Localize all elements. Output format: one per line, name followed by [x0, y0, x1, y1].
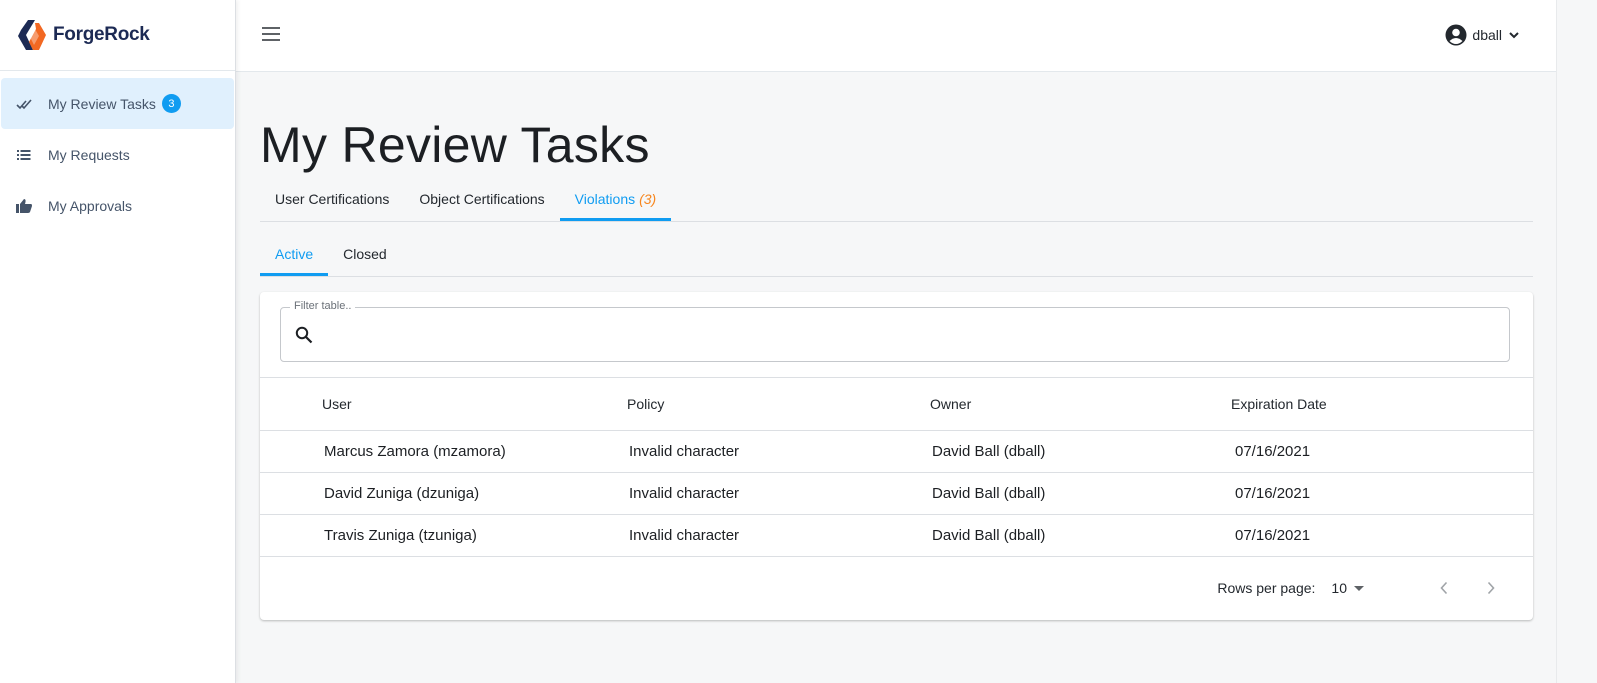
- cell-owner: David Ball (dball): [928, 514, 1231, 557]
- page-scrollbar[interactable]: [1556, 0, 1597, 683]
- violations-count: (3): [639, 190, 657, 207]
- next-page-button[interactable]: [1481, 578, 1501, 598]
- sidebar-item-my-requests[interactable]: My Requests: [0, 129, 235, 180]
- sidebar-item-label: My Review Tasks: [48, 95, 156, 112]
- cell-user: Marcus Zamora (mzamora): [260, 430, 625, 473]
- column-header-expiration-date[interactable]: Expiration Date: [1231, 378, 1533, 431]
- sidebar-item-my-approvals[interactable]: My Approvals: [0, 180, 235, 231]
- tab-violations[interactable]: Violations (3): [559, 179, 672, 221]
- rows-per-page-value: 10: [1331, 580, 1347, 596]
- sidebar-item-my-review-tasks[interactable]: My Review Tasks 3: [1, 78, 234, 129]
- chevron-down-icon: [1509, 32, 1519, 39]
- search-icon: [295, 326, 313, 343]
- subtab-closed[interactable]: Closed: [328, 234, 402, 276]
- double-check-icon: [16, 96, 32, 112]
- subtab-active[interactable]: Active: [260, 234, 329, 276]
- tab-label: Object Certifications: [419, 190, 545, 207]
- main-content: My Review Tasks User Certifications Obje…: [260, 72, 1533, 620]
- user-menu-dropdown[interactable]: dball: [1445, 24, 1520, 46]
- cell-policy: Invalid character: [625, 514, 928, 557]
- subtab-label: Closed: [343, 245, 387, 262]
- list-icon: [16, 147, 32, 163]
- top-bar: dball: [236, 0, 1556, 72]
- account-circle-icon: [1445, 24, 1467, 46]
- thumbs-up-icon: [16, 198, 32, 214]
- review-tasks-count-badge: 3: [161, 94, 181, 113]
- violations-table-card: Filter table.. User Policy Owner Expirat…: [260, 292, 1533, 620]
- filter-input[interactable]: [325, 308, 1509, 361]
- sidebar: ForgeRock My Review Tasks 3 My Requests …: [0, 0, 236, 683]
- tab-label: User Certifications: [275, 190, 390, 207]
- column-header-user[interactable]: User: [260, 378, 625, 431]
- hamburger-menu-icon[interactable]: [262, 27, 282, 43]
- cell-user: David Zuniga (dzuniga): [260, 472, 625, 515]
- cell-policy: Invalid character: [625, 430, 928, 473]
- table-row[interactable]: Travis Zuniga (tzuniga) Invalid characte…: [260, 514, 1533, 557]
- brand-name: ForgeRock: [53, 24, 150, 45]
- username: dball: [1472, 27, 1502, 43]
- chevron-left-icon: [1440, 581, 1448, 595]
- sidebar-item-label: My Requests: [48, 146, 130, 163]
- status-subtabs: Active Closed: [260, 234, 1533, 277]
- cell-owner: David Ball (dball): [928, 430, 1231, 473]
- rows-per-page-label: Rows per page:: [1217, 580, 1316, 596]
- subtab-label: Active: [275, 245, 314, 262]
- sidebar-nav: My Review Tasks 3 My Requests My Approva…: [0, 71, 235, 231]
- cell-expiration-date: 07/16/2021: [1231, 514, 1533, 557]
- table-pagination: Rows per page: 10: [260, 557, 1533, 620]
- chevron-right-icon: [1487, 581, 1495, 595]
- filter-container: Filter table..: [260, 292, 1533, 378]
- task-type-tabs: User Certifications Object Certification…: [260, 179, 1533, 222]
- cell-user: Travis Zuniga (tzuniga): [260, 514, 625, 557]
- brand-logo[interactable]: ForgeRock: [0, 0, 235, 71]
- sidebar-item-label: My Approvals: [48, 197, 133, 214]
- cell-expiration-date: 07/16/2021: [1231, 430, 1533, 473]
- cell-owner: David Ball (dball): [928, 472, 1231, 515]
- caret-down-icon: [1354, 585, 1364, 591]
- previous-page-button[interactable]: [1434, 578, 1454, 598]
- filter-field[interactable]: Filter table..: [280, 300, 1510, 362]
- tab-user-certifications[interactable]: User Certifications: [260, 179, 404, 221]
- tab-label: Violations: [574, 190, 636, 207]
- column-header-policy[interactable]: Policy: [625, 378, 928, 431]
- table-header-row: User Policy Owner Expiration Date: [260, 378, 1533, 431]
- column-header-owner[interactable]: Owner: [928, 378, 1231, 431]
- forgerock-logo-icon: [18, 20, 46, 50]
- tab-object-certifications[interactable]: Object Certifications: [404, 179, 559, 221]
- filter-label: Filter table..: [290, 300, 356, 312]
- table-row[interactable]: Marcus Zamora (mzamora) Invalid characte…: [260, 430, 1533, 473]
- violations-table: User Policy Owner Expiration Date Marcus…: [260, 378, 1533, 557]
- cell-expiration-date: 07/16/2021: [1231, 472, 1533, 515]
- table-row[interactable]: David Zuniga (dzuniga) Invalid character…: [260, 472, 1533, 515]
- page-title: My Review Tasks: [260, 117, 650, 173]
- cell-policy: Invalid character: [625, 472, 928, 515]
- rows-per-page-select[interactable]: 10: [1331, 580, 1364, 596]
